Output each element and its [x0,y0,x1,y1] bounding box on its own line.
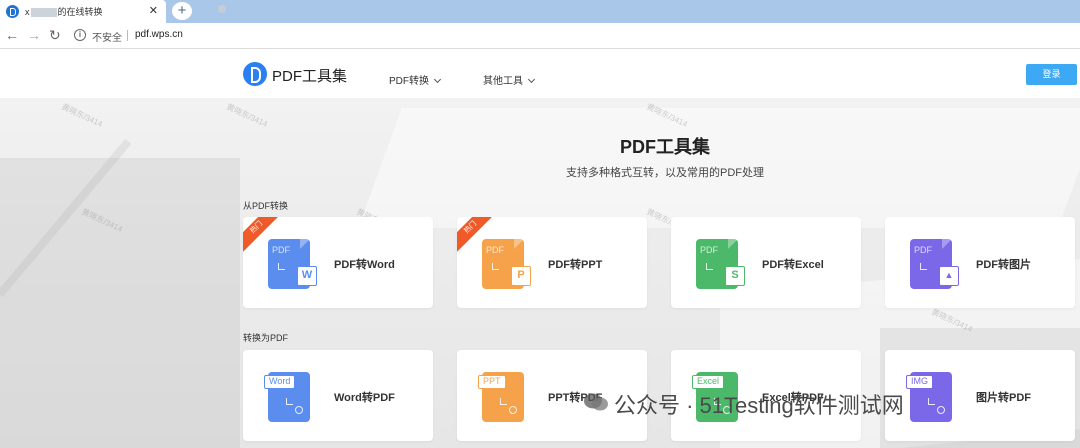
pdf-to-ppt-icon: PDF P [482,239,531,289]
browser-tab-bar: x 的在线转换 ✕ + [0,0,1080,23]
browser-tab[interactable]: x 的在线转换 ✕ [0,0,166,23]
back-arrow-icon[interactable]: ← [5,27,19,43]
chevron-down-icon [527,75,536,84]
page-title: PDF工具集 [620,137,710,157]
address-bar: ← → ↻ i 不安全 pdf.wps.cn [0,23,1080,49]
close-tab-icon[interactable]: ✕ [149,4,158,17]
reload-icon[interactable]: ↻ [49,27,61,44]
pdf-to-word-icon: PDF W [268,239,317,289]
card-pdf-to-image[interactable]: PDF ▲ PDF转图片 [885,217,1075,308]
card-image-to-pdf[interactable]: IMG 图片转PDF [885,350,1075,441]
wechat-overlay-watermark: 公众号 · 51Testing软件测试网 [614,393,904,418]
image-to-pdf-icon: IMG [906,372,952,422]
wps-pdf-favicon-icon [6,5,19,18]
nav-pdf-convert[interactable]: PDF转换 [389,72,442,87]
pdf-to-excel-icon: PDF S [696,239,745,289]
card-label: PDF转PPT [548,259,603,271]
card-pdf-to-excel[interactable]: PDF S PDF转Excel [671,217,861,308]
site-logo-text[interactable]: PDF工具集 [272,65,347,86]
card-word-to-pdf[interactable]: Word Word转PDF [243,350,433,441]
url-field[interactable]: pdf.wps.cn [135,29,183,40]
card-label: Word转PDF [334,392,395,404]
section-label-from-pdf: 从PDF转换 [243,201,289,211]
site-header [0,50,1080,98]
site-info-icon[interactable]: i [74,29,86,41]
card-label: PDF转Excel [762,259,824,271]
address-divider [127,30,128,41]
card-label: 图片转PDF [976,392,1031,404]
forward-arrow-icon[interactable]: → [27,27,41,43]
word-to-pdf-icon: Word [264,372,310,422]
insecure-label[interactable]: 不安全 [92,29,122,44]
section-label-to-pdf: 转换为PDF [243,333,289,343]
pdf-logo-icon[interactable] [243,62,267,86]
tab-title: x 的在线转换 [25,7,103,18]
chevron-down-icon [433,75,442,84]
nav-other-tools[interactable]: 其他工具 [483,72,536,87]
card-pdf-to-ppt[interactable]: 热门 PDF P PDF转PPT [457,217,647,308]
wechat-icon [584,393,608,411]
new-tab-button[interactable]: + [172,2,192,20]
card-pdf-to-word[interactable]: 热门 PDF W PDF转Word [243,217,433,308]
page-subtitle: 支持多种格式互转，以及常用的PDF处理 [566,167,764,179]
pdf-to-image-icon: PDF ▲ [910,239,959,289]
card-label: PDF转图片 [976,259,1031,271]
tab-indicator-icon [218,5,226,13]
ppt-to-pdf-icon: PPT [478,372,524,422]
card-label: PDF转Word [334,259,395,271]
login-button[interactable]: 登录 [1026,64,1077,85]
